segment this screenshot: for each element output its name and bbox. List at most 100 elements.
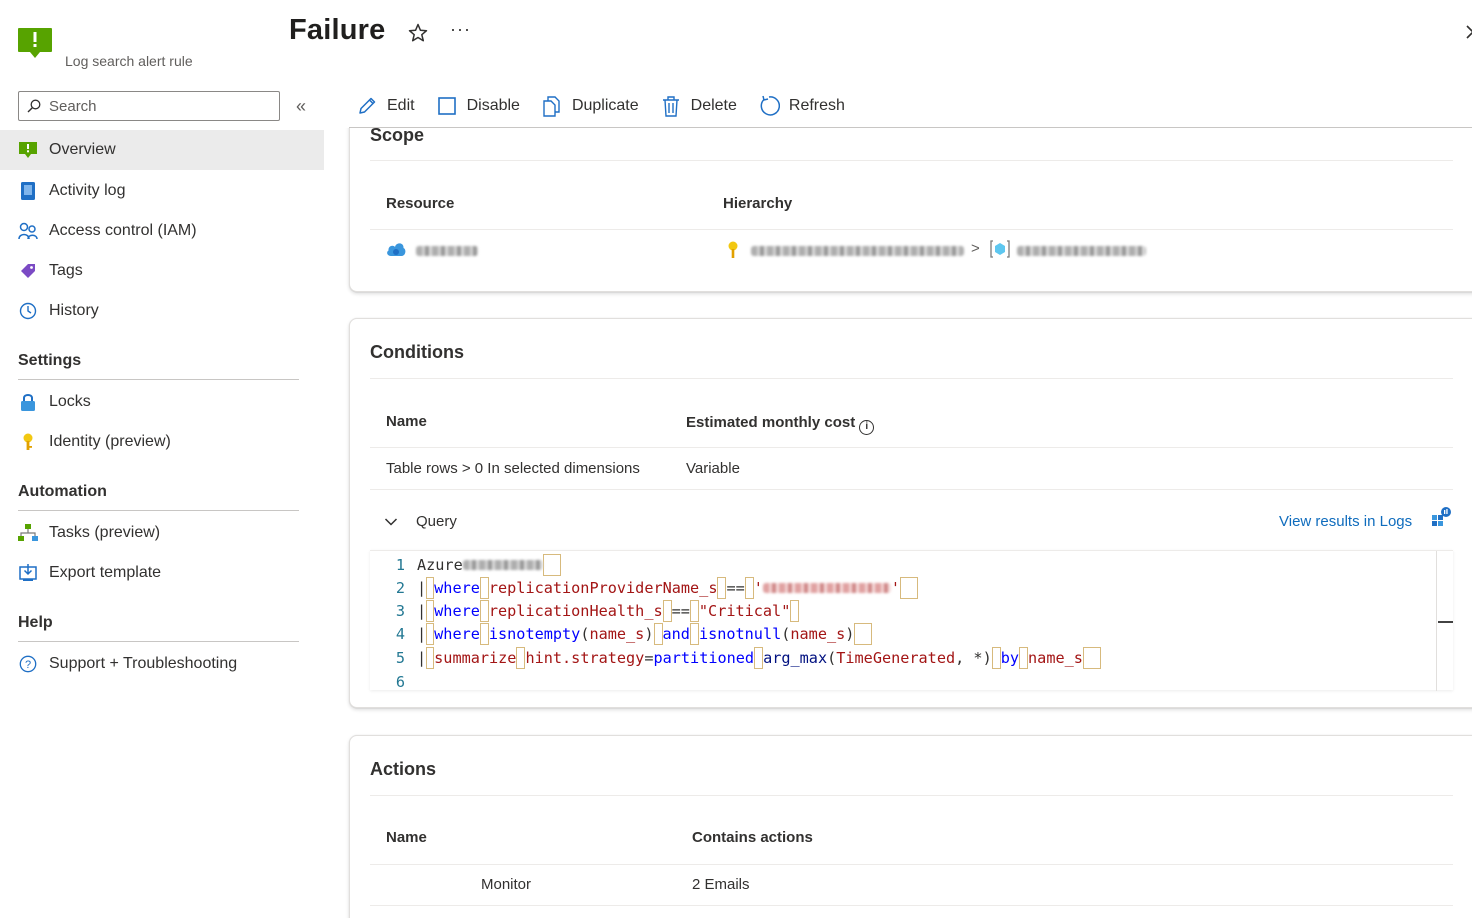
code-line: 6 — [395, 673, 405, 691]
conditions-card: Conditions Name Estimated monthly cost i … — [349, 318, 1472, 708]
sidebar-item-label: Locks — [49, 393, 91, 410]
collapse-sidebar-button[interactable]: « — [296, 96, 312, 116]
iam-icon — [18, 221, 38, 241]
divider — [370, 378, 1453, 379]
search-icon — [27, 99, 41, 113]
clock-icon — [18, 301, 38, 321]
activity-log-icon — [18, 181, 38, 201]
more-options-button[interactable]: ··· — [450, 19, 471, 40]
info-icon[interactable]: i — [859, 420, 875, 435]
view-results-in-logs-link[interactable]: View results in Logs — [1279, 513, 1412, 530]
hierarchy-separator: > — [971, 240, 980, 257]
sidebar-section-automation: Automation — [18, 483, 299, 511]
sidebar-item-locks[interactable]: Locks — [0, 382, 324, 422]
sidebar-item-label: History — [49, 302, 99, 319]
divider — [370, 489, 1453, 490]
column-header-cost: Estimated monthly cost i — [686, 414, 875, 435]
alert-rule-icon — [18, 28, 52, 58]
code-line: 4 | where isnotempty(name_s) and isnotnull(na… — [370, 622, 873, 646]
page-title: Failure — [289, 14, 386, 46]
sidebar-item-label: Export template — [49, 564, 162, 581]
sidebar-item-history[interactable]: History — [0, 291, 324, 331]
key-icon — [18, 432, 38, 452]
logs-icon[interactable] — [1430, 506, 1452, 532]
column-header-name: Name — [386, 829, 427, 846]
chevron-down-icon — [384, 517, 398, 526]
action-group-name[interactable]: Monitor — [481, 876, 531, 893]
alert-rule-icon — [18, 140, 38, 160]
key-icon — [727, 241, 739, 263]
column-header-contains-actions: Contains actions — [692, 829, 813, 846]
column-header-resource: Resource — [386, 195, 455, 212]
sidebar-section-settings: Settings — [18, 352, 299, 380]
divider — [370, 864, 1453, 865]
refresh-button[interactable]: Refresh — [758, 95, 845, 117]
refresh-icon — [760, 95, 780, 116]
delete-button[interactable]: Delete — [660, 95, 737, 117]
editor-scrollbar[interactable] — [1436, 551, 1453, 691]
scope-card: Scope Resource Hierarchy > — [349, 125, 1472, 292]
command-bar: Edit Disable Duplicate Delete Refresh — [356, 92, 866, 120]
sidebar-item-iam[interactable]: Access control (IAM) — [0, 211, 324, 251]
sidebar-item-label: Support + Troubleshooting — [49, 655, 238, 672]
trash-icon — [662, 96, 679, 117]
toolbar-divider — [349, 127, 1472, 128]
redacted-resource-name — [416, 246, 478, 256]
support-icon: ? — [18, 654, 38, 674]
redacted-resource-group — [1017, 246, 1146, 256]
sidebar-item-label: Access control (IAM) — [49, 222, 197, 239]
divider — [370, 905, 1453, 906]
conditions-title: Conditions — [370, 342, 464, 362]
sidebar-item-label: Overview — [49, 141, 116, 158]
sidebar-item-export-template[interactable]: Export template — [0, 553, 324, 593]
sidebar-item-activity-log[interactable]: Activity log — [0, 171, 324, 211]
query-expander[interactable]: Query — [384, 513, 457, 530]
search-input[interactable] — [49, 97, 269, 115]
sidebar-item-identity[interactable]: Identity (preview) — [0, 422, 324, 462]
column-header-hierarchy: Hierarchy — [723, 195, 793, 212]
code-line: 2 | where replicationProviderName_s == ' ' — [370, 576, 919, 600]
svg-text:?: ? — [25, 659, 31, 671]
code-line: 1 Azure — [370, 553, 561, 577]
divider — [370, 160, 1453, 161]
divider — [370, 795, 1453, 796]
checkbox-icon — [437, 97, 456, 115]
redacted-subscription-name — [751, 246, 964, 256]
action-group-contents: 2 Emails — [692, 876, 750, 893]
code-line: 3 | where replicationHealth_s == "Critical" — [370, 599, 800, 623]
sidebar-item-support[interactable]: ? Support + Troubleshooting — [0, 644, 324, 684]
copy-icon — [543, 96, 560, 117]
code-line: 5 | summarize hint.strategy = partitioned arg_… — [370, 646, 1101, 670]
resource-group-icon — [990, 240, 1010, 262]
export-icon — [18, 563, 38, 583]
search-box[interactable] — [18, 91, 280, 121]
scope-title: Scope — [370, 125, 425, 145]
close-icon[interactable] — [1460, 22, 1472, 42]
disable-button[interactable]: Disable — [436, 95, 520, 117]
sidebar-section-help: Help — [18, 614, 299, 642]
divider — [370, 229, 1453, 230]
tag-icon — [18, 261, 38, 281]
favorite-star-icon[interactable] — [406, 21, 430, 45]
sidebar-item-label: Activity log — [49, 182, 126, 199]
column-header-name: Name — [386, 413, 427, 430]
condition-cost: Variable — [686, 460, 740, 477]
tasks-icon — [18, 523, 38, 543]
actions-card: Actions Name Contains actions Monitor 2 … — [349, 735, 1472, 918]
duplicate-button[interactable]: Duplicate — [541, 95, 639, 117]
condition-name: Table rows > 0 In selected dimensions — [386, 460, 640, 477]
sidebar-item-tags[interactable]: Tags — [0, 251, 324, 291]
sidebar-item-label: Identity (preview) — [49, 433, 171, 450]
cloud-resource-icon — [386, 241, 406, 261]
query-editor[interactable]: 1 Azure 2 | where replicationProviderName_s =… — [370, 550, 1453, 691]
lock-icon — [18, 392, 38, 412]
edit-button[interactable]: Edit — [356, 95, 415, 117]
resource-type-label: Log search alert rule — [65, 53, 193, 69]
sidebar-item-label: Tags — [49, 262, 83, 279]
divider — [370, 447, 1453, 448]
sidebar-item-tasks[interactable]: Tasks (preview) — [0, 513, 324, 553]
pencil-icon — [359, 97, 376, 114]
sidebar-item-overview[interactable]: Overview — [0, 130, 324, 170]
actions-title: Actions — [370, 759, 437, 779]
sidebar-item-label: Tasks (preview) — [49, 524, 161, 541]
